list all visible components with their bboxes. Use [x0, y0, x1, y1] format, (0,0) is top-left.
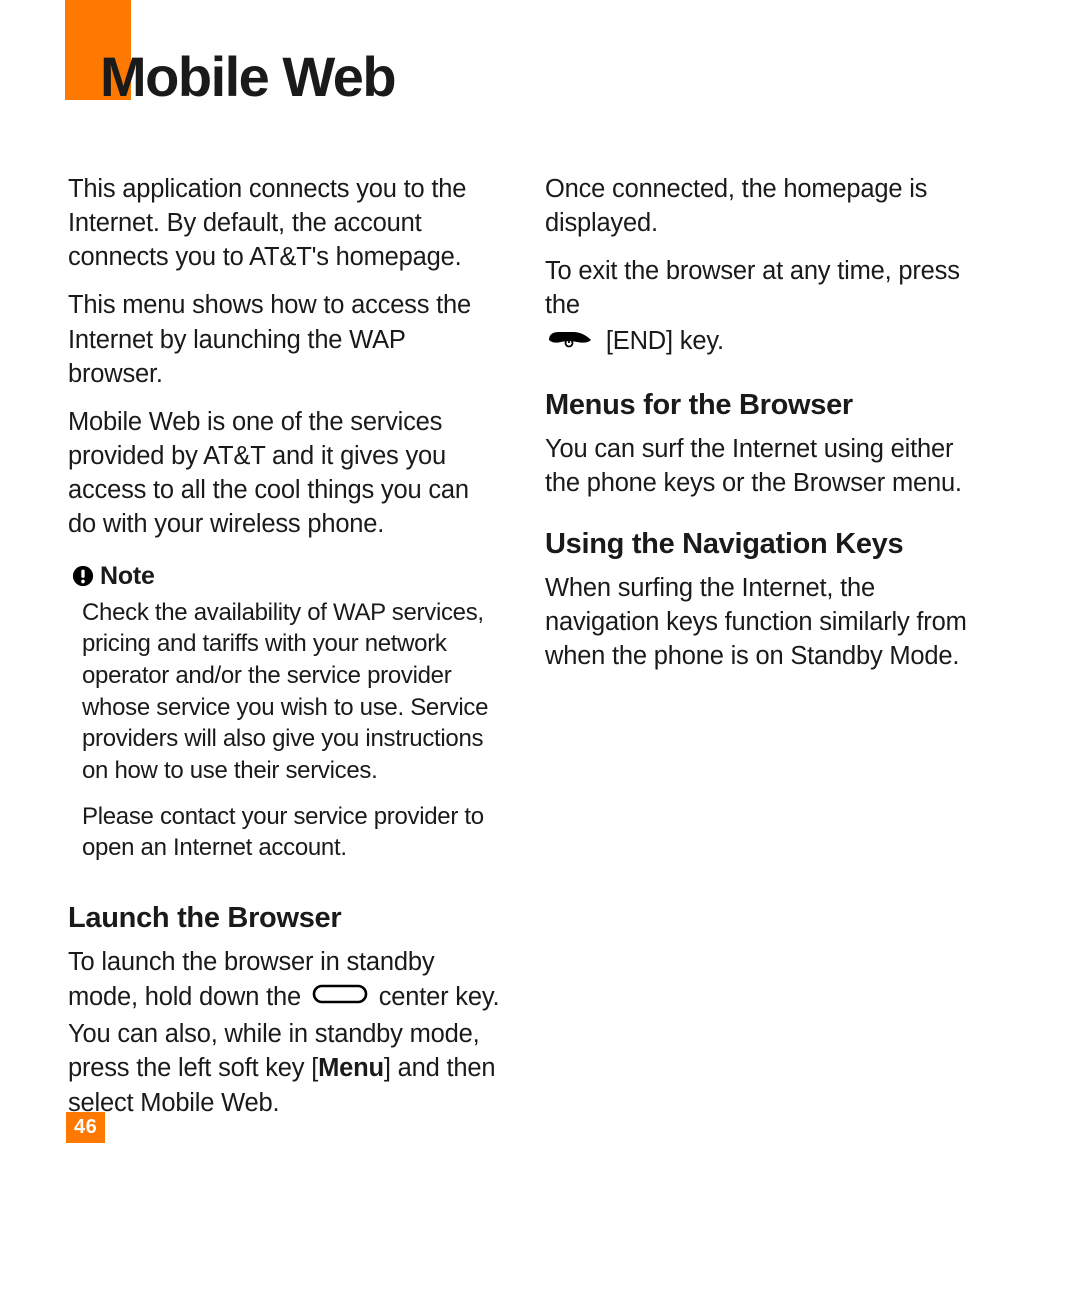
- intro-paragraph-1: This application connects you to the Int…: [68, 172, 503, 274]
- right-paragraph-1: Once connected, the homepage is displaye…: [545, 172, 980, 240]
- heading-launch-browser: Launch the Browser: [68, 902, 503, 935]
- menu-bold: Menu: [318, 1054, 384, 1082]
- launch-paragraph: To launch the browser in standby mode, h…: [68, 945, 503, 1120]
- note-label: Note: [100, 562, 155, 591]
- end-key-icon: [545, 323, 595, 357]
- exit-text-post: [END] key.: [606, 326, 724, 354]
- menus-paragraph: You can surf the Internet using either t…: [545, 432, 980, 500]
- page-title: Mobile Web: [100, 44, 395, 109]
- exit-text-pre: To exit the browser at any time, press t…: [545, 257, 960, 319]
- note-paragraph-1: Check the availability of WAP services, …: [72, 597, 503, 787]
- warning-icon: [72, 565, 94, 587]
- right-paragraph-2: To exit the browser at any time, press t…: [545, 254, 980, 360]
- note-paragraph-2: Please contact your service provider to …: [72, 801, 503, 864]
- intro-paragraph-2: This menu shows how to access the Intern…: [68, 288, 503, 390]
- nav-paragraph: When surfing the Internet, the navigatio…: [545, 571, 980, 673]
- heading-navigation-keys: Using the Navigation Keys: [545, 528, 980, 561]
- left-column: This application connects you to the Int…: [68, 172, 503, 1134]
- heading-menus-browser: Menus for the Browser: [545, 389, 980, 422]
- note-heading: Note: [72, 562, 503, 591]
- center-key-icon: [312, 979, 368, 1013]
- intro-paragraph-3: Mobile Web is one of the services provid…: [68, 405, 503, 542]
- note-block: Note Check the availability of WAP servi…: [72, 562, 503, 864]
- right-column: Once connected, the homepage is displaye…: [545, 172, 980, 1134]
- content-columns: This application connects you to the Int…: [68, 172, 980, 1134]
- page-number: 46: [66, 1112, 105, 1143]
